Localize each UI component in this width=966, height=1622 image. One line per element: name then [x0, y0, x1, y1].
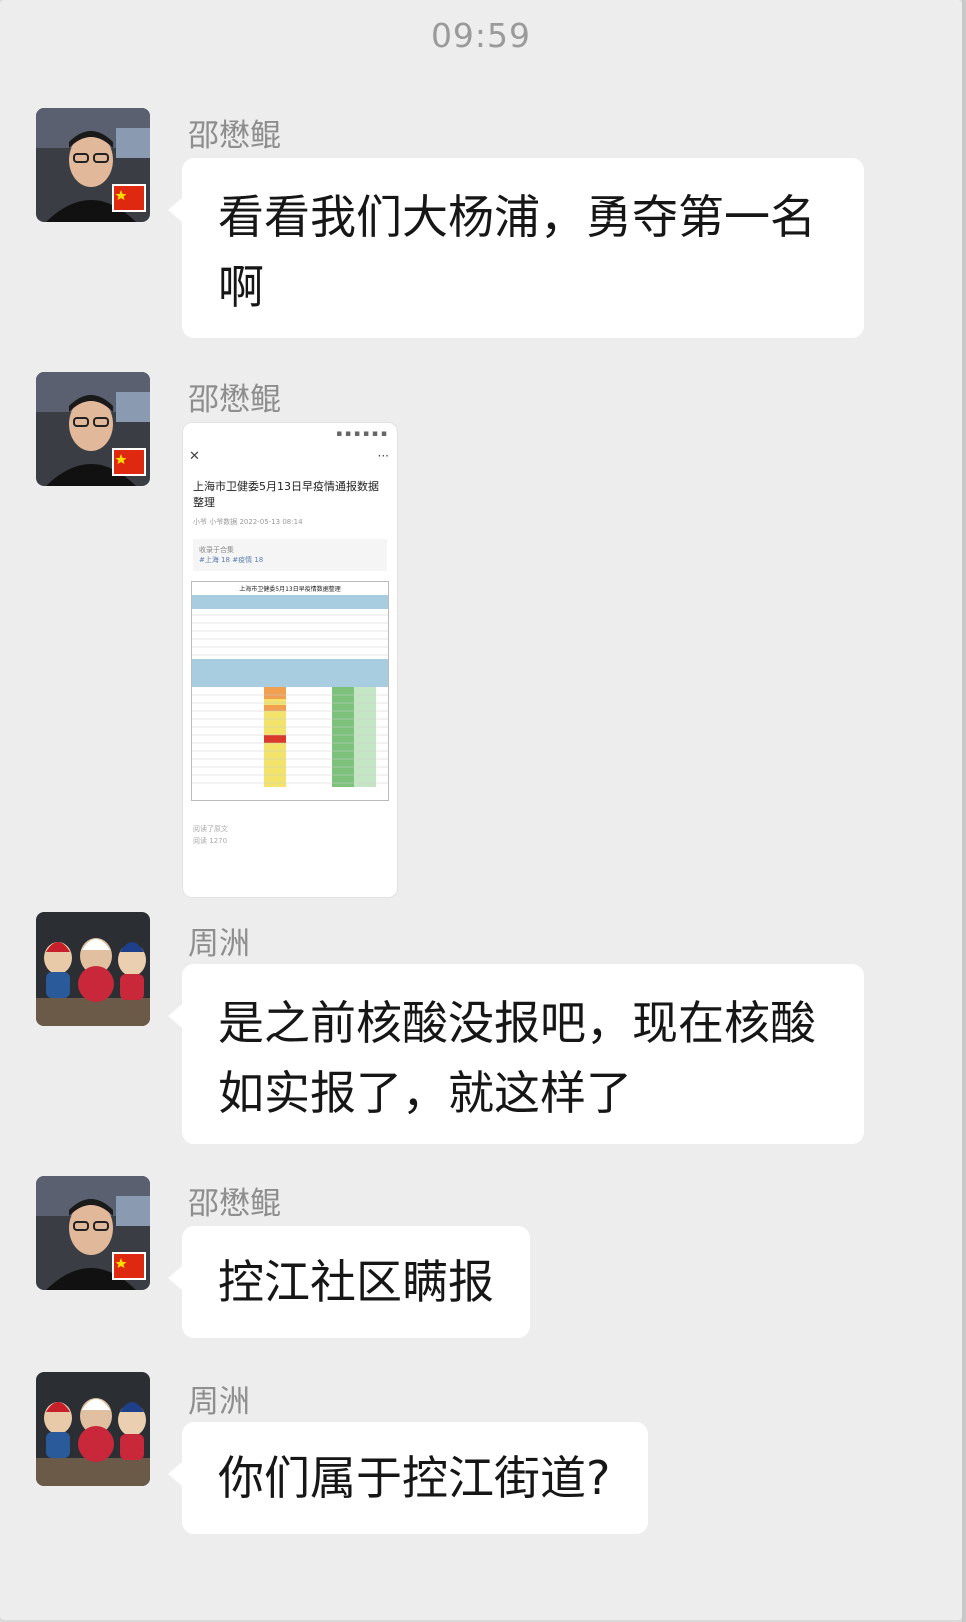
message-text: 看看我们大杨浦，勇夺第一名 — [218, 190, 816, 244]
thumb-nav-bar: ✕ ··· — [183, 449, 397, 471]
sender-name: 邵懋鲲 — [188, 382, 281, 418]
table-title: 上海市卫健委5月13日早疫情数据整理 — [239, 586, 341, 593]
read-original-link[interactable]: 阅读了原文 — [193, 823, 387, 835]
message-text: 控江社区瞒报 — [218, 1255, 494, 1309]
sender-name: 邵懋鲲 — [188, 118, 281, 154]
message-text: 如实报了，就这样了 — [218, 1066, 632, 1120]
close-icon[interactable]: ✕ — [189, 449, 200, 464]
message-text: 啊 — [218, 260, 264, 314]
avatar-shao[interactable] — [36, 108, 150, 222]
avatar-zhou[interactable] — [36, 1372, 150, 1486]
read-count: 阅读 1270 — [193, 837, 228, 845]
article-title: 上海市卫健委5月13日早疫情通报数据整理 — [193, 480, 379, 509]
message-text: 你们属于控江街道? — [218, 1451, 611, 1505]
image-message-thumbnail[interactable]: ▪ ▪ ▪ ▪ ▪ ▪ ✕ ··· 上海市卫健委5月13日早疫情通报数据整理 小… — [182, 422, 398, 898]
message-bubble[interactable]: 是之前核酸没报吧，现在核酸 如实报了，就这样了 — [168, 964, 864, 1144]
message-bubble[interactable]: 你们属于控江街道? — [168, 1422, 648, 1534]
avatar-shao[interactable] — [36, 1176, 150, 1290]
thumb-status-bar: ▪ ▪ ▪ ▪ ▪ ▪ — [336, 429, 387, 439]
chat-screen: 09:59 邵懋鲲 看看我们大杨浦，勇夺第一名 啊 邵懋鲲 ▪ ▪ ▪ ▪ ▪ … — [0, 0, 962, 1620]
sender-name: 周洲 — [188, 1384, 250, 1420]
message-bubble[interactable]: 看看我们大杨浦，勇夺第一名 啊 — [168, 158, 864, 338]
article-byline: 小爷 小爷数据 2022-05-13 08:14 — [193, 518, 303, 526]
sender-name: 周洲 — [188, 926, 250, 962]
sender-name: 邵懋鲲 — [188, 1186, 281, 1222]
message-text: 是之前核酸没报吧，现在核酸 — [218, 996, 816, 1050]
tags-heading: 收录于合集 — [199, 546, 234, 554]
avatar-shao[interactable] — [36, 372, 150, 486]
more-icon[interactable]: ··· — [378, 449, 389, 463]
message-bubble[interactable]: 控江社区瞒报 — [168, 1226, 530, 1338]
data-table-image: 上海市卫健委5月13日早疫情数据整理 — [191, 581, 389, 801]
article-tags-box: 收录于合集 #上海 18 #疫情 18 — [193, 539, 387, 571]
tags-list: #上海 18 #疫情 18 — [199, 556, 264, 564]
article-footer: 阅读了原文 阅读 1270 — [183, 801, 397, 847]
message-timestamp: 09:59 — [430, 16, 532, 55]
avatar-zhou[interactable] — [36, 912, 150, 1026]
screen-edge — [962, 0, 966, 1622]
